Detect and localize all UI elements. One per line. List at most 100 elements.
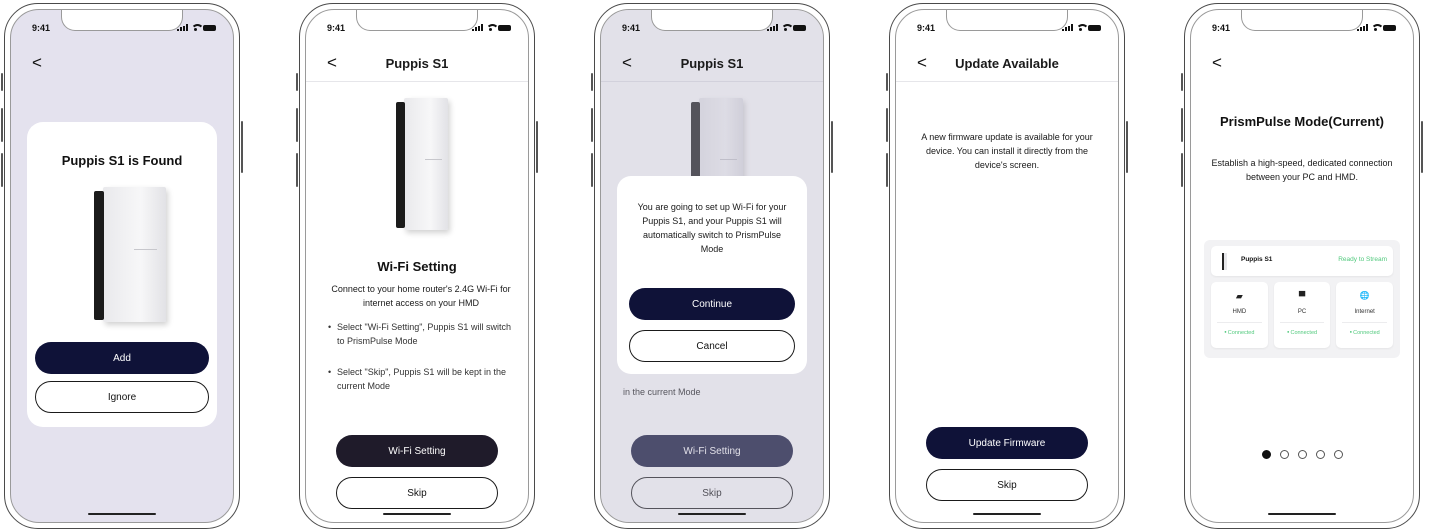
screen: 9:41 < PrismPulse Mode(Current) Establis… [1190,9,1414,523]
router-image [396,98,448,230]
battery-icon [498,25,511,31]
status-time: 9:41 [622,23,641,33]
notch [651,10,773,31]
ignore-button[interactable]: Ignore [35,381,209,413]
side-button [536,121,538,173]
connection-dashboard: Puppis S1 Ready to Stream ▰ HMD Connecte… [1204,240,1400,358]
device-status: Ready to Stream [1338,256,1387,263]
mode-title: PrismPulse Mode(Current) [1220,114,1384,129]
status-icons [472,24,511,31]
battery-icon [793,25,806,31]
card-title: Puppis S1 is Found [61,153,183,168]
side-button [1,108,3,142]
skip-button[interactable]: Skip [336,477,498,509]
side-button [1421,121,1423,173]
wifi-icon [191,24,204,31]
side-button [1,73,3,91]
side-button [296,108,298,142]
page-dot[interactable] [1261,450,1271,459]
side-button [1126,121,1128,173]
mode-description: Establish a high-speed, dedicated connec… [1211,158,1393,182]
back-icon[interactable]: < [622,54,632,71]
device-name: Puppis S1 [1241,256,1273,263]
phone-frame: 9:41 < PrismPulse Mode(Current) Establis… [1184,3,1420,529]
tile-label: PC [1297,309,1307,315]
screen: 9:41 < Update Available A new firmware u… [895,9,1119,523]
back-icon[interactable]: < [1212,54,1222,71]
side-button [591,153,593,187]
side-button [1181,108,1183,142]
phone-screen-prismpulse-mode: 9:41 < PrismPulse Mode(Current) Establis… [1181,3,1423,529]
tile-status: Connected [1274,329,1331,336]
phone-frame: 9:41 < Puppis S1 Wi-Fi Setting Connect t… [299,3,535,529]
nav-divider [306,81,528,82]
status-time: 9:41 [917,23,936,33]
side-button [1181,73,1183,91]
side-button [886,108,888,142]
side-button [591,73,593,91]
status-icons [177,24,216,31]
wifi-setting-button[interactable]: Wi-Fi Setting [336,435,498,467]
notch [946,10,1068,31]
notch [356,10,478,31]
page-dot[interactable] [1279,450,1289,459]
signal-icon [1062,24,1073,31]
home-indicator [88,513,156,515]
device-row[interactable]: Puppis S1 Ready to Stream [1211,246,1393,276]
tile-label: HMD [1232,309,1247,315]
screen: 9:41 < Puppis S1 in the current Mode Wi-… [600,9,824,523]
connection-tiles: ▰ HMD Connected ▀ PC Connected 🌐 Interne… [1211,282,1394,348]
home-indicator [678,513,746,515]
signal-icon [177,24,188,31]
status-time: 9:41 [1212,23,1231,33]
signal-icon [1357,24,1368,31]
phone-frame: 9:41 < Update Available A new firmware u… [889,3,1125,529]
phone-frame: 9:41 < Puppis S1 in the current Mode Wi-… [594,3,830,529]
device-found-card: Puppis S1 is Found Add Ignore [27,122,217,427]
back-icon[interactable]: < [32,54,42,71]
phone-screen-wifi-confirm: 9:41 < Puppis S1 in the current Mode Wi-… [591,3,833,529]
signal-icon [472,24,483,31]
tile-status: Connected [1336,329,1393,336]
side-button [296,73,298,91]
side-button [591,108,593,142]
side-button [241,121,243,173]
home-indicator [973,513,1041,515]
side-button [886,73,888,91]
side-button [1,153,3,187]
battery-icon [1088,25,1101,31]
signal-icon [767,24,778,31]
monitor-icon: ▀ [1298,291,1306,301]
page-dot[interactable] [1333,450,1343,459]
tile-internet[interactable]: 🌐 Internet Connected [1336,282,1394,348]
router-image [94,187,166,322]
globe-icon: 🌐 [1359,291,1370,300]
dialog-message: You are going to set up Wi-Fi for your P… [637,202,787,254]
screen: 9:41 < Puppis S1 is Found Add Ignore [10,9,234,523]
description: Connect to your home router's 2.4G Wi-Fi… [331,284,511,308]
update-firmware-button[interactable]: Update Firmware [926,427,1088,459]
cancel-button[interactable]: Cancel [629,330,795,362]
tile-label: Internet [1354,309,1375,315]
continue-button[interactable]: Continue [629,288,795,320]
page-indicator [1191,450,1413,459]
confirm-dialog: You are going to set up Wi-Fi for your P… [617,176,807,374]
page-dot[interactable] [1297,450,1307,459]
router-thumbnail-icon [1222,253,1227,270]
skip-button[interactable]: Skip [926,469,1088,501]
status-time: 9:41 [327,23,346,33]
back-icon[interactable]: < [327,54,337,71]
phone-screen-wifi-setting: 9:41 < Puppis S1 Wi-Fi Setting Connect t… [296,3,538,529]
nav-divider [896,81,1118,82]
back-icon[interactable]: < [917,54,927,71]
tile-pc[interactable]: ▀ PC Connected [1273,282,1331,348]
home-indicator [1268,513,1336,515]
wifi-icon [1371,24,1384,31]
nav-title: Puppis S1 [680,56,744,71]
battery-icon [1383,25,1396,31]
section-title: Wi-Fi Setting [377,259,457,274]
page-dot[interactable] [1315,450,1325,459]
side-button [886,153,888,187]
tile-hmd[interactable]: ▰ HMD Connected [1211,282,1268,348]
add-button[interactable]: Add [35,342,209,374]
